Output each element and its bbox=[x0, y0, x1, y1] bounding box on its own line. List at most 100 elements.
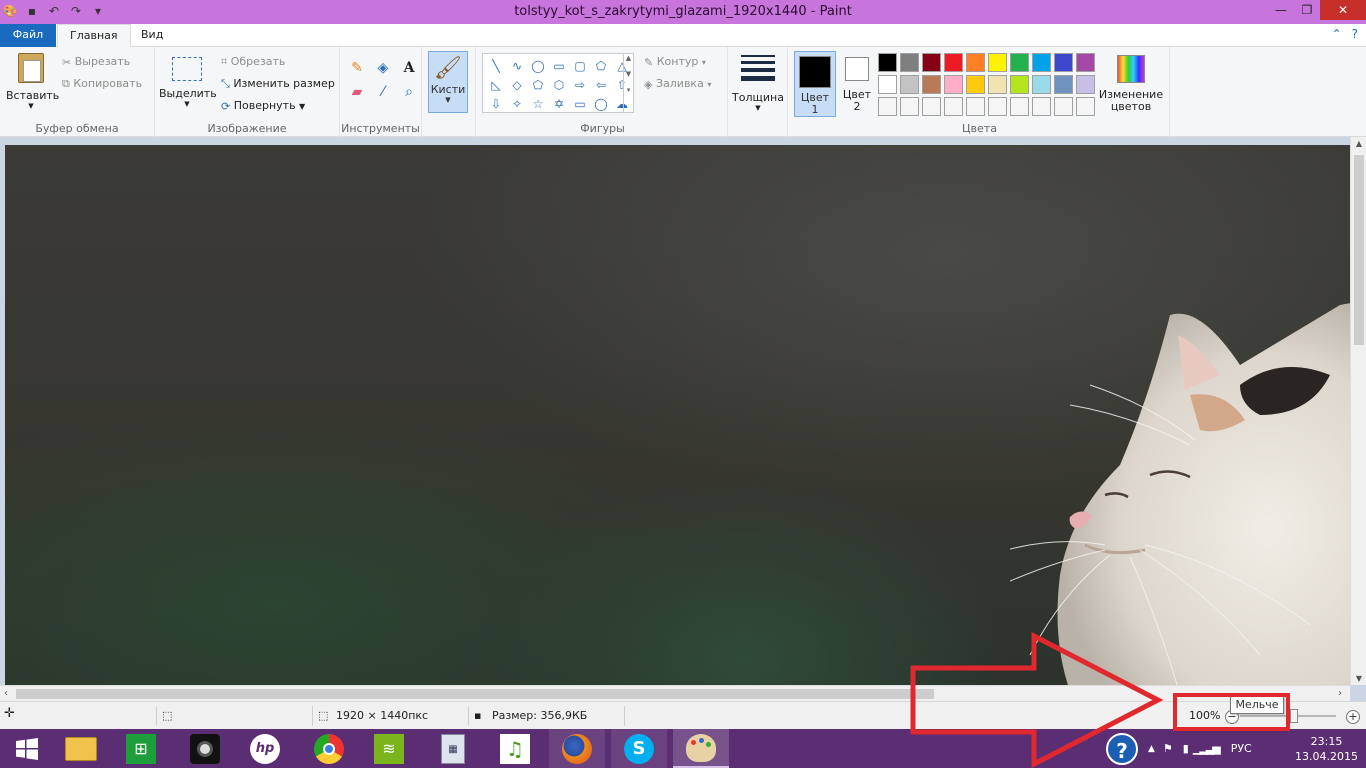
collapse-ribbon-icon[interactable]: ⌃ bbox=[1332, 27, 1342, 41]
palette-swatch[interactable] bbox=[944, 53, 963, 72]
size-button[interactable]: Толщина ▼ bbox=[730, 55, 786, 112]
palette-swatch[interactable] bbox=[878, 97, 897, 116]
outline-button[interactable]: ✎ Контур ▾ bbox=[644, 55, 706, 69]
palette-swatch[interactable] bbox=[966, 53, 985, 72]
palette-swatch[interactable] bbox=[944, 75, 963, 94]
curve-shape-icon[interactable]: ∿ bbox=[507, 57, 527, 75]
minimize-button[interactable]: — bbox=[1268, 0, 1294, 20]
palette-swatch[interactable] bbox=[1032, 75, 1051, 94]
palette-swatch[interactable] bbox=[988, 53, 1007, 72]
polygon-shape-icon[interactable]: ⬠ bbox=[591, 57, 611, 75]
taskbar-firefox[interactable] bbox=[549, 729, 605, 768]
palette-swatch[interactable] bbox=[966, 97, 985, 116]
palette-swatch[interactable] bbox=[1010, 75, 1029, 94]
five-point-star-shape-icon[interactable]: ☆ bbox=[528, 95, 548, 113]
left-arrow-shape-icon[interactable]: ⇦ bbox=[591, 76, 611, 94]
palette-swatch[interactable] bbox=[1010, 53, 1029, 72]
battery-icon[interactable]: ▮ bbox=[1183, 742, 1189, 755]
vertical-scrollbar[interactable]: ▲ ▼ bbox=[1350, 137, 1366, 685]
four-point-star-shape-icon[interactable]: ✧ bbox=[507, 95, 527, 113]
text-tool-icon[interactable]: A bbox=[400, 59, 418, 77]
zoom-slider-thumb[interactable] bbox=[1290, 709, 1298, 723]
close-button[interactable]: ✕ bbox=[1320, 0, 1366, 20]
brushes-button[interactable]: 🖌 Кисти ▼ bbox=[428, 51, 468, 113]
tab-view[interactable]: Вид bbox=[129, 24, 175, 47]
taskbar-store[interactable]: ⊞ bbox=[114, 729, 168, 768]
vertical-scroll-thumb[interactable] bbox=[1354, 155, 1364, 345]
palette-swatch[interactable] bbox=[1054, 75, 1073, 94]
crop-button[interactable]: ⌗ Обрезать bbox=[221, 55, 285, 69]
palette-swatch[interactable] bbox=[1032, 97, 1051, 116]
clock[interactable]: 23:15 13.04.2015 bbox=[1295, 734, 1358, 764]
tab-file[interactable]: Файл bbox=[0, 24, 56, 47]
shapes-scroll[interactable]: ▲ ▼ ▾ bbox=[623, 54, 633, 112]
taskbar-chrome[interactable] bbox=[302, 729, 356, 768]
magnifier-icon[interactable]: ⌕ bbox=[400, 83, 418, 101]
rectangle-shape-icon[interactable]: ▭ bbox=[549, 57, 569, 75]
taskbar-calculator[interactable]: ▦ bbox=[426, 729, 480, 768]
scroll-down-arrow[interactable]: ▼ bbox=[1351, 674, 1366, 683]
palette-swatch[interactable] bbox=[922, 97, 941, 116]
rotate-button[interactable]: ⟳ Повернуть ▼ bbox=[221, 99, 305, 113]
palette-swatch[interactable] bbox=[944, 97, 963, 116]
palette-swatch[interactable] bbox=[922, 53, 941, 72]
palette-swatch[interactable] bbox=[988, 75, 1007, 94]
diamond-shape-icon[interactable]: ◇ bbox=[507, 76, 527, 94]
resize-button[interactable]: ⤡ Изменить размер bbox=[221, 77, 335, 91]
palette-swatch[interactable] bbox=[966, 75, 985, 94]
scroll-left-arrow[interactable]: ‹ bbox=[4, 686, 8, 702]
taskbar-music[interactable]: ♫ bbox=[488, 729, 542, 768]
color-picker-icon[interactable]: ⁄ bbox=[374, 83, 392, 101]
pentagon-shape-icon[interactable]: ⬠ bbox=[528, 76, 548, 94]
start-button[interactable] bbox=[0, 729, 54, 768]
palette-swatch[interactable] bbox=[900, 97, 919, 116]
fill-bucket-icon[interactable]: ◈ bbox=[374, 59, 392, 77]
help-icon[interactable]: ? bbox=[1352, 27, 1358, 41]
edit-colors-button[interactable]: Изменение цветов bbox=[1096, 55, 1166, 113]
palette-swatch[interactable] bbox=[1054, 97, 1073, 116]
palette-swatch[interactable] bbox=[1076, 97, 1095, 116]
palette-swatch[interactable] bbox=[1076, 75, 1095, 94]
rounded-rectangle-shape-icon[interactable]: ▢ bbox=[570, 57, 590, 75]
palette-swatch[interactable] bbox=[922, 75, 941, 94]
palette-swatch[interactable] bbox=[900, 53, 919, 72]
oval-callout-shape-icon[interactable]: ◯ bbox=[591, 95, 611, 113]
palette-swatch[interactable] bbox=[1076, 53, 1095, 72]
palette-swatch[interactable] bbox=[1054, 53, 1073, 72]
copy-button[interactable]: ⧉ Копировать bbox=[62, 77, 142, 91]
taskbar-skype[interactable]: S bbox=[611, 729, 667, 768]
line-shape-icon[interactable]: ╲ bbox=[486, 57, 506, 75]
six-point-star-shape-icon[interactable]: ✡ bbox=[549, 95, 569, 113]
down-arrow-shape-icon[interactable]: ⇩ bbox=[486, 95, 506, 113]
horizontal-scroll-thumb[interactable] bbox=[16, 689, 934, 699]
palette-swatch[interactable] bbox=[878, 53, 897, 72]
maximize-button[interactable]: ❐ bbox=[1294, 0, 1320, 20]
color1-button[interactable]: Цвет 1 bbox=[794, 51, 836, 117]
palette-swatch[interactable] bbox=[1032, 53, 1051, 72]
palette-swatch[interactable] bbox=[900, 75, 919, 94]
paste-button[interactable]: Вставить ▼ bbox=[6, 53, 59, 110]
tab-home[interactable]: Главная bbox=[57, 24, 131, 48]
drawing-canvas[interactable] bbox=[5, 145, 1350, 686]
right-arrow-shape-icon[interactable]: ⇨ bbox=[570, 76, 590, 94]
scroll-up-arrow[interactable]: ▲ bbox=[1351, 139, 1366, 148]
rect-callout-shape-icon[interactable]: ▭ bbox=[570, 95, 590, 113]
taskbar-explorer[interactable] bbox=[54, 729, 108, 768]
cut-button[interactable]: ✂ Вырезать bbox=[62, 55, 130, 69]
taskbar-wifi[interactable]: ≋ bbox=[362, 729, 416, 768]
pencil-icon[interactable]: ✎ bbox=[348, 59, 366, 77]
zoom-in-button[interactable]: + bbox=[1346, 710, 1360, 724]
oval-shape-icon[interactable]: ◯ bbox=[528, 57, 548, 75]
hexagon-shape-icon[interactable]: ⬡ bbox=[549, 76, 569, 94]
taskbar-paint[interactable] bbox=[673, 729, 729, 768]
palette-swatch[interactable] bbox=[878, 75, 897, 94]
right-triangle-shape-icon[interactable]: ◺ bbox=[486, 76, 506, 94]
taskbar-hp[interactable]: hp bbox=[238, 729, 292, 768]
eraser-icon[interactable]: ▰ bbox=[348, 83, 366, 101]
language-indicator[interactable]: РУС bbox=[1231, 742, 1252, 755]
color2-button[interactable]: Цвет 2 bbox=[840, 55, 874, 113]
palette-swatch[interactable] bbox=[1010, 97, 1029, 116]
palette-swatch[interactable] bbox=[988, 97, 1007, 116]
signal-strength-icon[interactable]: ▁▂▃▅ bbox=[1193, 742, 1221, 755]
taskbar-webcam[interactable] bbox=[178, 729, 232, 768]
